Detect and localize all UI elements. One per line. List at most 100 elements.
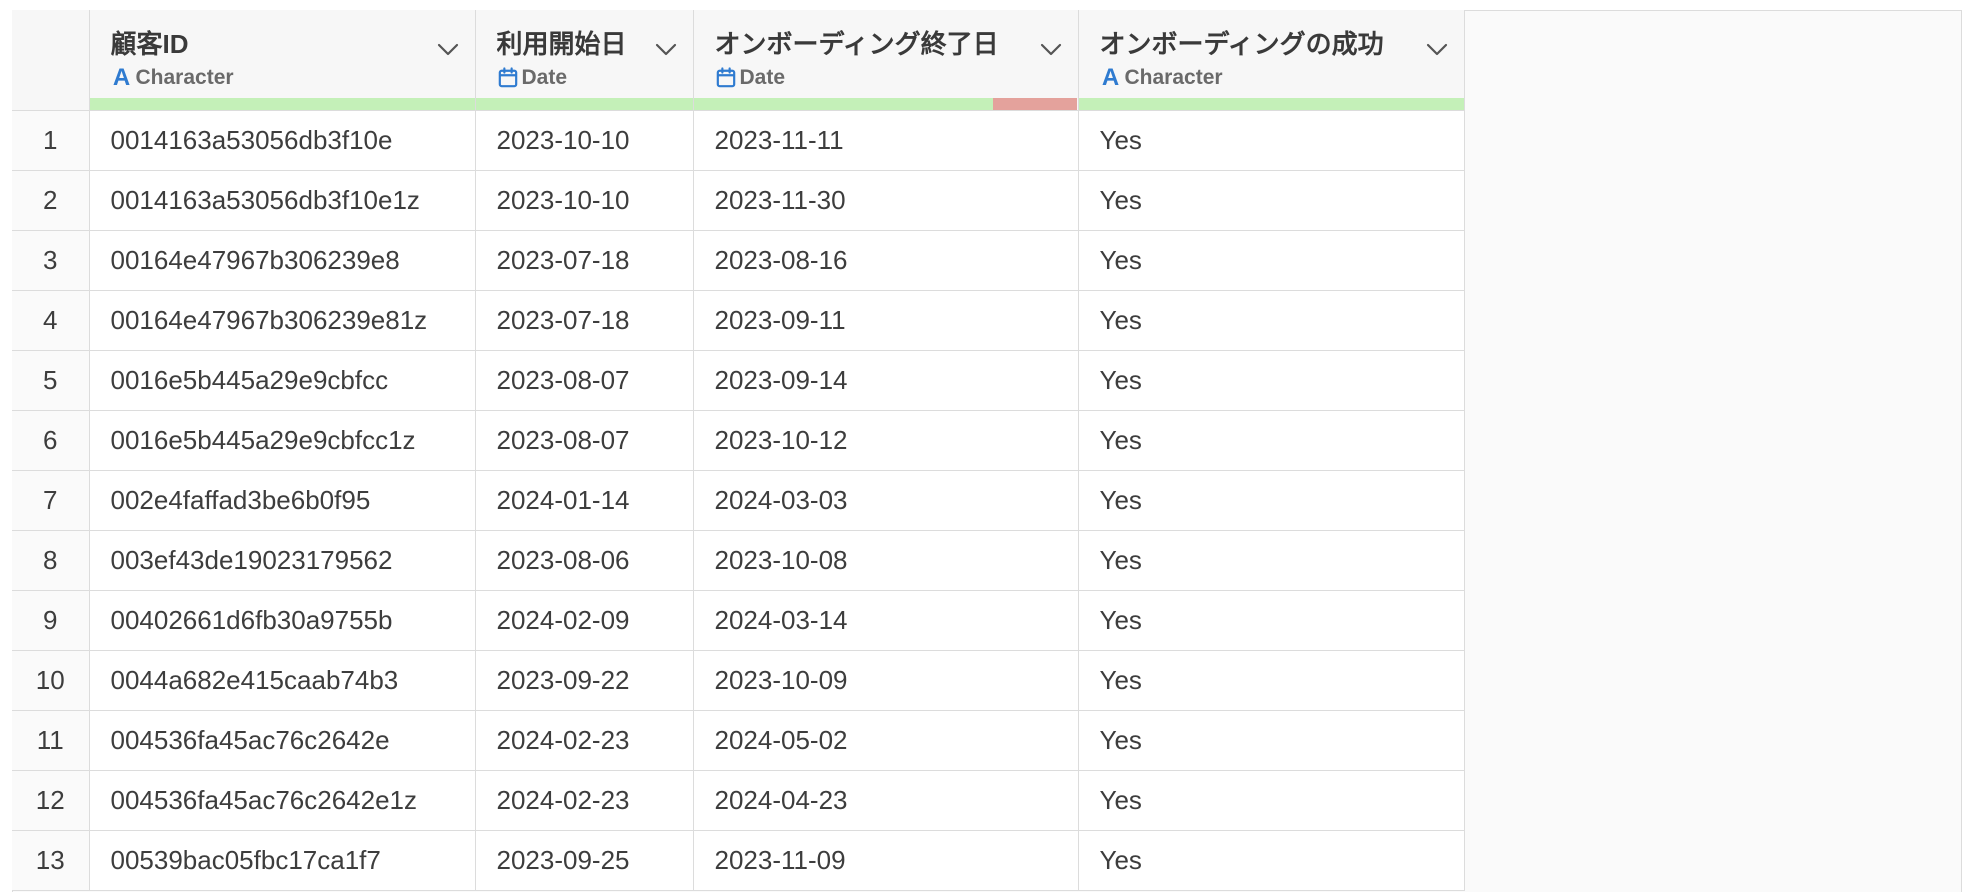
column-name: 顧客ID (110, 29, 189, 59)
table-cell[interactable]: 003ef43de19023179562 (89, 530, 476, 591)
column-name: 利用開始日 (496, 29, 627, 59)
table-body: 1 0014163a53056db3f10e 2023-10-10 2023-11-1… (12, 110, 1465, 891)
column-type-label: Character (135, 66, 234, 89)
table-row: 10 0044a682e415caab74b3 2023-09-22 2023-10-… (12, 650, 1465, 711)
table-cell[interactable]: 2023-08-06 (475, 530, 694, 591)
row-index: 5 (12, 350, 90, 411)
data-quality-bar[interactable] (475, 98, 693, 110)
data-quality-bar[interactable] (1078, 98, 1464, 110)
table-cell[interactable]: 00164e47967b306239e81z (89, 290, 476, 351)
table-cell[interactable]: 2024-03-14 (693, 590, 1079, 651)
table-cell[interactable]: 0044a682e415caab74b3 (89, 650, 476, 711)
table-cell[interactable]: Yes (1078, 650, 1465, 711)
calendar-icon (715, 66, 737, 90)
table-cell[interactable]: 004536fa45ac76c2642e1z (89, 770, 476, 831)
row-index: 4 (12, 290, 90, 351)
table-cell[interactable]: 00539bac05fbc17ca1f7 (89, 830, 476, 891)
table-cell[interactable]: 00164e47967b306239e8 (89, 230, 476, 291)
table-cell[interactable]: 2023-10-08 (693, 530, 1079, 591)
table-cell[interactable]: 2024-03-03 (693, 470, 1079, 531)
table-cell[interactable]: Yes (1078, 770, 1465, 831)
column-header-content: 顧客ID A Character (90, 10, 475, 110)
table-cell[interactable]: 2023-10-10 (475, 110, 694, 171)
quality-valid-segment (1078, 98, 1464, 110)
data-quality-bar[interactable] (89, 98, 475, 110)
table-cell[interactable]: 002e4faffad3be6b0f95 (89, 470, 476, 531)
table-cell[interactable]: Yes (1078, 830, 1465, 891)
table-cell[interactable]: 2024-04-23 (693, 770, 1079, 831)
table-cell[interactable]: Yes (1078, 230, 1465, 291)
table-row: 11 004536fa45ac76c2642e 2024-02-23 2024-05-… (12, 710, 1465, 771)
row-index: 3 (12, 230, 90, 291)
table-cell[interactable]: 2023-07-18 (475, 290, 694, 351)
column-type-label: Character (1124, 66, 1223, 89)
row-index: 6 (12, 410, 90, 471)
table-cell[interactable]: 2023-11-11 (693, 110, 1079, 171)
table-cell[interactable]: 2023-09-11 (693, 290, 1079, 351)
row-index: 1 (12, 110, 90, 171)
table-cell[interactable]: Yes (1078, 530, 1465, 591)
table-cell[interactable]: 2024-02-23 (475, 770, 694, 831)
table-cell[interactable]: 2023-08-07 (475, 350, 694, 411)
column-type-label: Date (739, 66, 786, 89)
table-row: 12 004536fa45ac76c2642e1z 2024-02-23 2024-0… (12, 770, 1465, 831)
chevron-down-icon[interactable] (437, 43, 459, 57)
table-cell[interactable]: 2023-11-09 (693, 830, 1079, 891)
table-cell[interactable]: 004536fa45ac76c2642e (89, 710, 476, 771)
table-cell[interactable]: 2023-09-25 (475, 830, 694, 891)
row-index: 8 (12, 530, 90, 591)
table-cell[interactable]: Yes (1078, 170, 1465, 231)
table-row: 8 003ef43de19023179562 2023-08-06 2023-10-0… (12, 530, 1465, 591)
data-quality-bar[interactable] (693, 98, 1078, 110)
row-index: 11 (12, 710, 90, 771)
data-table: 顧客ID A Character 利用開始日 Date オンボーディング終了日 Date オン… (12, 10, 1465, 891)
table-cell[interactable]: 2023-11-30 (693, 170, 1079, 231)
column-header[interactable]: 顧客ID A Character (89, 10, 476, 111)
row-index: 2 (12, 170, 90, 231)
table-cell[interactable]: 2023-09-22 (475, 650, 694, 711)
table-cell[interactable]: 0016e5b445a29e9cbfcc (89, 350, 476, 411)
table-cell[interactable]: 2024-01-14 (475, 470, 694, 531)
table-cell[interactable]: 2023-10-12 (693, 410, 1079, 471)
table-cell[interactable]: 2023-07-18 (475, 230, 694, 291)
column-header[interactable]: オンボーディング終了日 Date (693, 10, 1079, 111)
column-type: Date (497, 64, 673, 92)
table-cell[interactable]: 0014163a53056db3f10e (89, 110, 476, 171)
table-cell[interactable]: 2024-02-23 (475, 710, 694, 771)
table-cell[interactable]: Yes (1078, 590, 1465, 651)
table-cell[interactable]: 2024-05-02 (693, 710, 1079, 771)
row-index-header (12, 10, 90, 111)
table-cell[interactable]: 2023-09-14 (693, 350, 1079, 411)
table-cell[interactable]: Yes (1078, 710, 1465, 771)
column-name: オンボーディングの成功 (1099, 29, 1384, 59)
table-cell[interactable]: Yes (1078, 410, 1465, 471)
character-type-letter: A (1101, 64, 1120, 91)
column-header[interactable]: 利用開始日 Date (475, 10, 694, 111)
table-cell[interactable]: 2023-10-10 (475, 170, 694, 231)
table-cell[interactable]: 0016e5b445a29e9cbfcc1z (89, 410, 476, 471)
character-type-letter: A (112, 64, 131, 91)
table-cell[interactable]: 2023-10-09 (693, 650, 1079, 711)
table-cell[interactable]: Yes (1078, 110, 1465, 171)
table-cell[interactable]: 00402661d6fb30a9755b (89, 590, 476, 651)
table-cell[interactable]: Yes (1078, 470, 1465, 531)
table-row: 6 0016e5b445a29e9cbfcc1z 2023-08-07 2023-10… (12, 410, 1465, 471)
calendar-icon (497, 66, 519, 90)
column-type: Date (715, 64, 1058, 92)
chevron-down-icon[interactable] (1040, 43, 1062, 57)
table-cell[interactable]: 2024-02-09 (475, 590, 694, 651)
chevron-down-icon[interactable] (1426, 43, 1448, 57)
table-cell[interactable]: 0014163a53056db3f10e1z (89, 170, 476, 231)
table-cell[interactable]: 2023-08-16 (693, 230, 1079, 291)
table-cell[interactable]: 2023-08-07 (475, 410, 694, 471)
column-header-content: オンボーディング終了日 Date (694, 10, 1078, 110)
table-row: 13 00539bac05fbc17ca1f7 2023-09-25 2023-11-… (12, 830, 1465, 891)
row-index: 9 (12, 590, 90, 651)
table-row: 2 0014163a53056db3f10e1z 2023-10-10 2023-11… (12, 170, 1465, 231)
chevron-down-icon[interactable] (655, 43, 677, 57)
column-name: オンボーディング終了日 (714, 29, 999, 59)
table-cell[interactable]: Yes (1078, 290, 1465, 351)
column-header[interactable]: オンボーディングの成功 A Character (1078, 10, 1465, 111)
column-header-content: 利用開始日 Date (476, 10, 693, 110)
table-cell[interactable]: Yes (1078, 350, 1465, 411)
